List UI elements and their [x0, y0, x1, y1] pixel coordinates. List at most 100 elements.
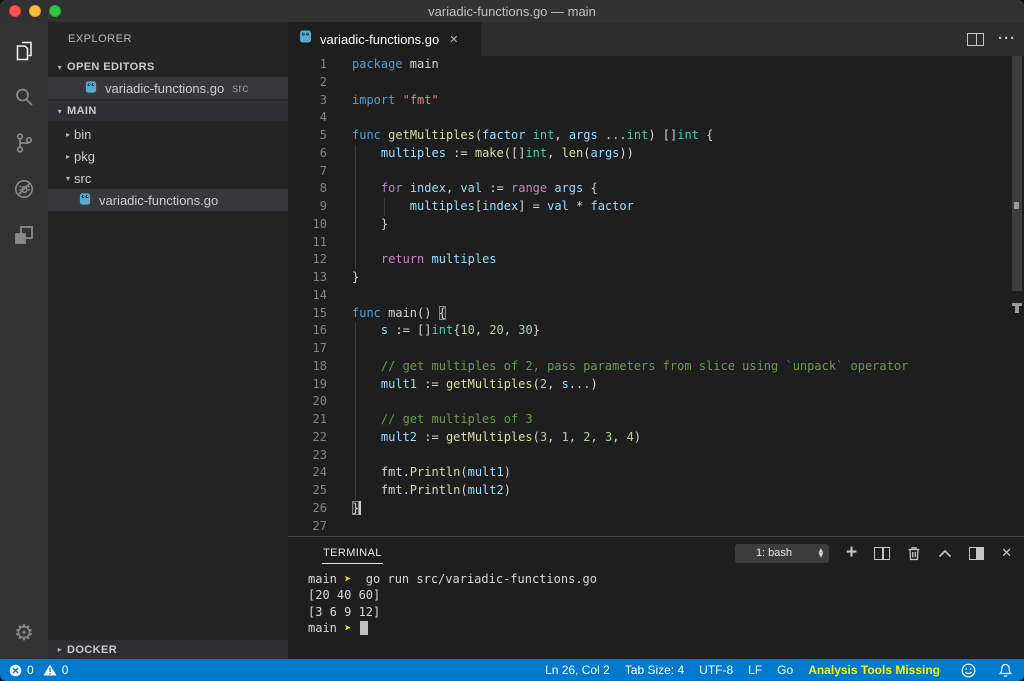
- feedback-smiley-icon[interactable]: [961, 663, 976, 678]
- code-line[interactable]: 24 fmt.Println(mult1): [288, 464, 1010, 482]
- code-line[interactable]: 23: [288, 447, 1010, 465]
- cursor-position[interactable]: Ln 26, Col 2: [545, 663, 610, 677]
- indent-guide: [355, 145, 356, 163]
- indent-guide: [355, 358, 356, 376]
- problems-indicator[interactable]: 0 0: [0, 663, 68, 677]
- code-line[interactable]: 9 multiples[index] = val * factor: [288, 198, 1010, 216]
- chevron-down-icon: ▾: [53, 63, 67, 72]
- eol-indicator[interactable]: LF: [748, 663, 762, 677]
- code-line[interactable]: 21 // get multiples of 3: [288, 411, 1010, 429]
- code-line[interactable]: 19 mult1 := getMultiples(2, s...): [288, 376, 1010, 394]
- code-line[interactable]: 14: [288, 287, 1010, 305]
- terminal-line: main ➤: [308, 620, 1014, 636]
- code-line[interactable]: 13}: [288, 269, 1010, 287]
- item-label: pkg: [74, 149, 95, 164]
- zoom-window-button[interactable]: [49, 5, 61, 17]
- close-tab-icon[interactable]: ✕: [449, 33, 458, 46]
- code-line[interactable]: 15func main() {: [288, 305, 1010, 323]
- line-number: 9: [288, 198, 327, 216]
- vscode-window: variadic-functions.go — main: [0, 0, 1024, 681]
- folder-item-src[interactable]: ▾src: [48, 167, 288, 189]
- status-right: Ln 26, Col 2 Tab Size: 4 UTF-8 LF Go Ana…: [545, 663, 1024, 678]
- tab-title: variadic-functions.go: [320, 32, 439, 47]
- editor-scrollbar[interactable]: [1010, 56, 1024, 536]
- maximize-panel-icon[interactable]: [938, 549, 952, 558]
- terminal-cursor: [360, 621, 368, 635]
- language-mode[interactable]: Go: [777, 663, 793, 677]
- chevron-down-icon: ▾: [62, 174, 74, 183]
- encoding[interactable]: UTF-8: [699, 663, 733, 677]
- line-content: func main() {: [352, 305, 446, 323]
- extensions-icon[interactable]: [0, 212, 48, 258]
- line-content: func getMultiples(factor int, args ...in…: [352, 127, 713, 145]
- code-line[interactable]: 7: [288, 163, 1010, 181]
- tab-variadic-functions[interactable]: variadic-functions.go ✕: [288, 22, 481, 56]
- file-tree: ▸bin▸pkg▾srcvariadic-functions.go: [48, 123, 288, 211]
- tab-terminal[interactable]: TERMINAL: [322, 542, 383, 564]
- window-title: variadic-functions.go — main: [0, 4, 1024, 19]
- settings-gear-icon[interactable]: ⚙: [0, 615, 48, 651]
- code-line[interactable]: 2: [288, 74, 1010, 92]
- source-control-icon[interactable]: [0, 120, 48, 166]
- line-number: 24: [288, 464, 327, 482]
- chevron-down-icon: ▾: [53, 107, 67, 116]
- code-line[interactable]: 10 }: [288, 216, 1010, 234]
- minimize-window-button[interactable]: [29, 5, 41, 17]
- code-editor[interactable]: 1package main23import "fmt"45 func getMul…: [288, 56, 1010, 536]
- code-line[interactable]: 12 return multiples: [288, 251, 1010, 269]
- files-icon: [11, 38, 37, 64]
- kill-terminal-icon[interactable]: [907, 546, 921, 561]
- code-line[interactable]: 18 // get multiples of 2, pass parameter…: [288, 358, 1010, 376]
- toggle-panel-icon[interactable]: [969, 547, 984, 560]
- chevron-right-icon: ▸: [53, 645, 67, 654]
- terminal-output[interactable]: main ➤ go run src/variadic-functions.go[…: [308, 571, 1014, 657]
- line-content: return multiples: [352, 251, 497, 269]
- code-line[interactable]: 11: [288, 234, 1010, 252]
- code-line[interactable]: 3import "fmt": [288, 92, 1010, 110]
- terminal-shell-select[interactable]: 1: bash ▲▼: [735, 544, 829, 563]
- code-line[interactable]: 22 mult2 := getMultiples(3, 1, 2, 3, 4): [288, 429, 1010, 447]
- status-bar: 0 0 Ln 26, Col 2 Tab Size: 4 UTF-8 LF Go…: [0, 659, 1024, 681]
- line-content: for index, val := range args {: [352, 180, 598, 198]
- debug-icon[interactable]: [0, 166, 48, 212]
- overview-ruler-mark: [1014, 202, 1019, 209]
- section-main[interactable]: ▾ MAIN: [48, 101, 288, 121]
- line-number: 20: [288, 393, 327, 411]
- split-terminal-icon[interactable]: [874, 547, 890, 560]
- explorer-icon[interactable]: [0, 28, 48, 74]
- section-open-editors[interactable]: ▾ OPEN EDITORS: [48, 57, 288, 77]
- code-line[interactable]: 17: [288, 340, 1010, 358]
- scrollbar-thumb[interactable]: [1012, 56, 1022, 291]
- folder-item-bin[interactable]: ▸bin: [48, 123, 288, 145]
- code-line[interactable]: 5 func getMultiples(factor int, args ...i…: [288, 127, 1010, 145]
- section-docker[interactable]: ▸ DOCKER: [48, 639, 288, 659]
- code-line[interactable]: 26}: [288, 500, 1010, 518]
- notifications-bell-icon[interactable]: [999, 663, 1012, 678]
- code-line[interactable]: 4: [288, 109, 1010, 127]
- analysis-tools-notification[interactable]: Analysis Tools Missing: [808, 663, 940, 677]
- chevron-right-icon: ▸: [62, 152, 74, 161]
- code-line[interactable]: 6 multiples := make([]int, len(args)): [288, 145, 1010, 163]
- line-number: 5: [288, 127, 327, 145]
- sidebar-title: EXPLORER: [48, 22, 288, 57]
- code-line[interactable]: 8 for index, val := range args {: [288, 180, 1010, 198]
- code-line[interactable]: 27: [288, 518, 1010, 536]
- item-label: src: [74, 171, 91, 186]
- search-icon[interactable]: [0, 74, 48, 120]
- folder-item-pkg[interactable]: ▸pkg: [48, 145, 288, 167]
- close-window-button[interactable]: [9, 5, 21, 17]
- file-item-variadic-functions.go[interactable]: variadic-functions.go: [48, 189, 288, 211]
- split-editor-icon[interactable]: [967, 33, 984, 46]
- code-line[interactable]: 1package main: [288, 56, 1010, 74]
- code-line[interactable]: 20: [288, 393, 1010, 411]
- select-spinner-icon: ▲▼: [813, 548, 829, 558]
- tab-size[interactable]: Tab Size: 4: [625, 663, 684, 677]
- warning-icon: [43, 664, 57, 676]
- file-item-variadic-functions.go[interactable]: variadic-functions.gosrc: [48, 77, 288, 99]
- code-line[interactable]: 25 fmt.Println(mult2): [288, 482, 1010, 500]
- more-actions-icon[interactable]: ···: [998, 34, 1016, 44]
- panel-actions: 1: bash ▲▼ +: [735, 537, 1012, 569]
- code-line[interactable]: 16 s := []int{10, 20, 30}: [288, 322, 1010, 340]
- close-panel-icon[interactable]: ✕: [1001, 546, 1012, 561]
- new-terminal-icon[interactable]: +: [846, 545, 857, 561]
